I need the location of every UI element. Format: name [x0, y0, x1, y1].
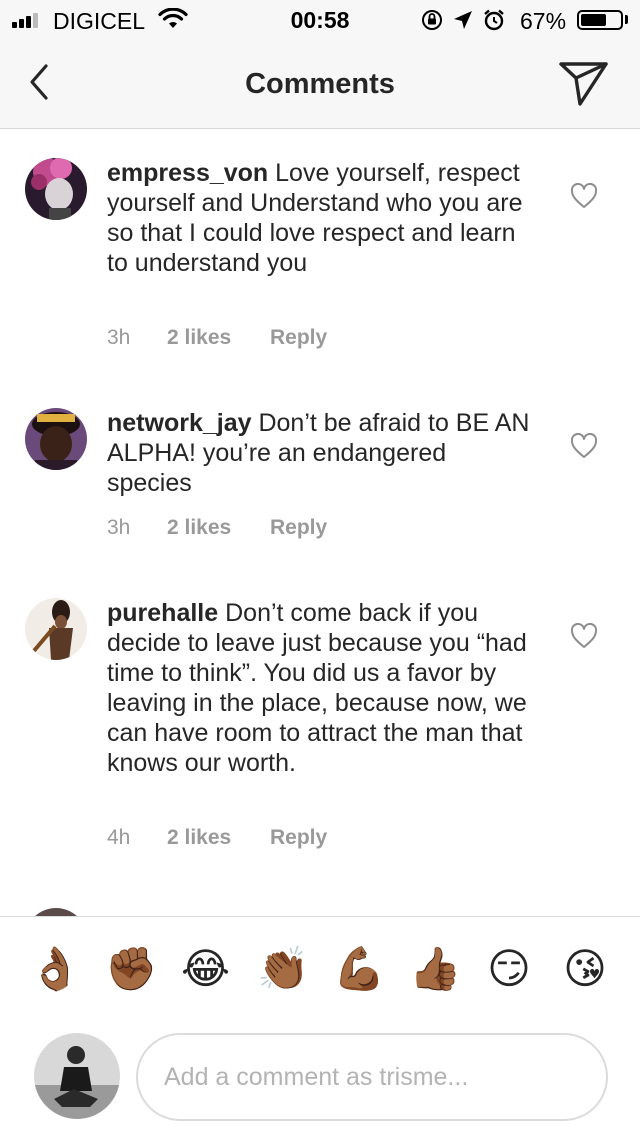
status-bar: DIGICEL 00:58 67%	[0, 0, 640, 40]
reply-button[interactable]: Reply	[270, 826, 327, 850]
comment-likes[interactable]: 2 likes	[167, 326, 270, 350]
location-icon	[454, 11, 472, 29]
thumbs-up-emoji[interactable]: 👍🏾	[409, 945, 461, 993]
comment-meta: 3h 2 likes Reply	[107, 516, 327, 540]
battery-cap	[625, 15, 628, 24]
comment-meta: 3h 2 likes Reply	[107, 326, 327, 350]
comment-text: purehalle Don’t come back if you decide …	[107, 598, 537, 778]
reply-button[interactable]: Reply	[270, 326, 327, 350]
comment-time: 4h	[107, 826, 131, 849]
comment-time: 3h	[107, 326, 131, 349]
comment-username[interactable]: empress_von	[107, 159, 268, 187]
ok-hand-emoji[interactable]: 👌🏾	[29, 945, 81, 993]
comment-text: empress_von Love yourself, respect yours…	[107, 158, 537, 278]
avatar[interactable]	[25, 158, 87, 220]
battery-level	[581, 14, 606, 26]
avatar[interactable]	[25, 908, 87, 916]
comment-time: 3h	[107, 516, 131, 539]
heart-icon[interactable]	[570, 623, 598, 649]
comment-likes[interactable]: 2 likes	[167, 516, 270, 540]
alarm-icon	[484, 9, 504, 31]
quick-emoji-bar: 👌🏾 ✊🏾 😂 👏🏾 💪🏾 👍🏾 😏 😘	[0, 945, 640, 997]
comment-text: network_jay Don’t be afraid to BE AN ALP…	[107, 408, 537, 498]
rotation-lock-icon	[422, 10, 442, 30]
direct-send-icon[interactable]	[556, 58, 610, 108]
raised-fist-emoji[interactable]: ✊🏾	[105, 945, 157, 993]
smirking-face-emoji[interactable]: 😏	[485, 945, 533, 993]
flexed-biceps-emoji[interactable]: 💪🏾	[333, 945, 385, 993]
comment-meta: 4h 2 likes Reply	[107, 826, 327, 850]
heart-icon[interactable]	[570, 183, 598, 209]
comments-list[interactable]: empress_von Love yourself, respect yours…	[0, 130, 640, 916]
clapping-hands-emoji[interactable]: 👏🏾	[257, 945, 309, 993]
reply-button[interactable]: Reply	[270, 516, 327, 540]
page-title: Comments	[245, 68, 395, 100]
comment-username[interactable]: purehalle	[107, 599, 218, 627]
comment-composer: 👌🏾 ✊🏾 😂 👏🏾 💪🏾 👍🏾 😏 😘	[0, 916, 640, 1136]
comment-input[interactable]	[136, 1033, 608, 1121]
tears-of-joy-emoji[interactable]: 😂	[181, 945, 230, 993]
avatar[interactable]	[25, 408, 87, 470]
current-user-avatar	[34, 1033, 120, 1119]
battery-icon	[577, 10, 623, 30]
heart-icon[interactable]	[570, 433, 598, 459]
comments-header: Comments	[0, 40, 640, 129]
battery-percent: 67%	[520, 8, 567, 34]
comment-username[interactable]: network_jay	[107, 409, 252, 437]
avatar[interactable]	[25, 598, 87, 660]
comment-likes[interactable]: 2 likes	[167, 826, 270, 850]
face-blowing-kiss-emoji[interactable]: 😘	[561, 945, 609, 993]
